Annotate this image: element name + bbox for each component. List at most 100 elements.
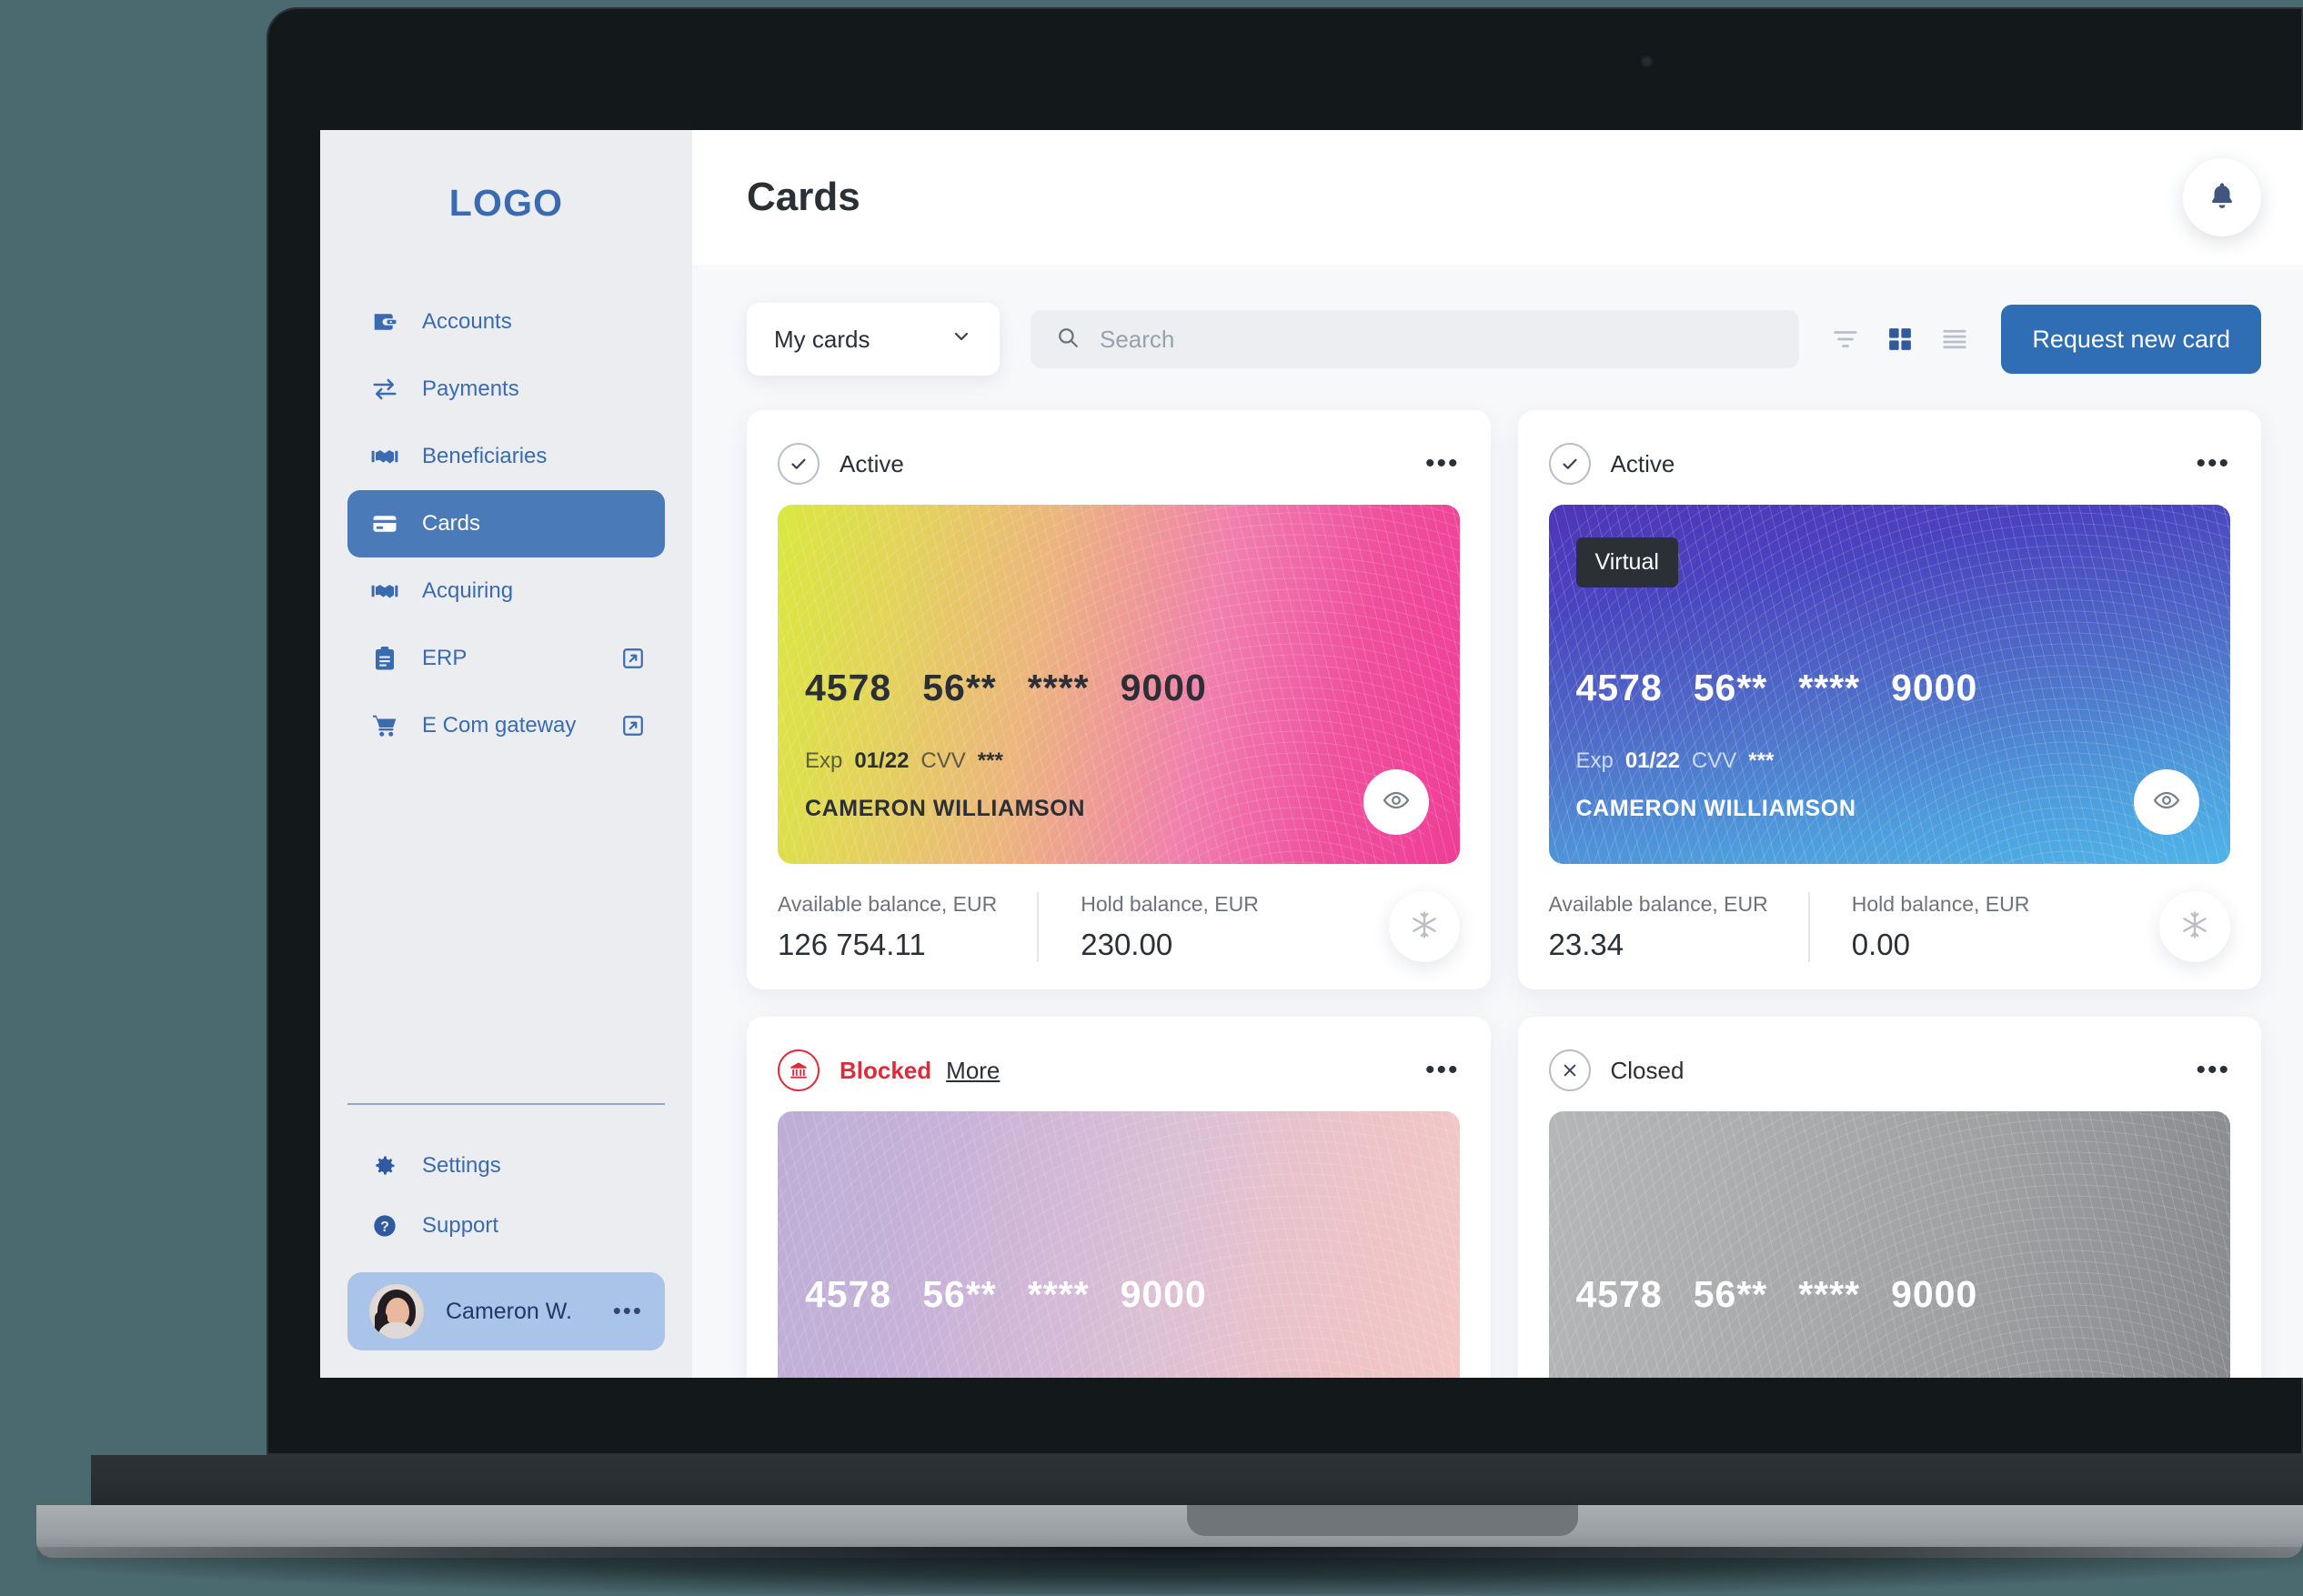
freeze-card-button[interactable]: [1388, 891, 1460, 962]
card-header: Blocked More •••: [778, 1046, 1460, 1095]
card-holder-name: CAMERON WILLIAMSON: [1575, 796, 1856, 821]
card-panel[interactable]: Active ••• 4578 56** **** 9000 Exp 01/22…: [747, 410, 1491, 989]
sidebar-item-erp[interactable]: ERP: [347, 625, 665, 692]
sidebar-item-ecom-gateway[interactable]: E Com gateway: [347, 692, 665, 759]
sidebar-item-settings[interactable]: Settings: [347, 1136, 665, 1196]
card-type-badge: Virtual: [1575, 537, 1678, 587]
hold-balance-value: 230.00: [1081, 928, 1173, 961]
laptop-shadow: [36, 1547, 2303, 1594]
transfer-arrows-icon: [371, 376, 398, 403]
filter-icon[interactable]: [1832, 326, 1859, 353]
grid-view-icon[interactable]: [1886, 326, 1914, 353]
svg-text:?: ?: [380, 1220, 389, 1235]
card-filter-select[interactable]: My cards: [747, 303, 1000, 376]
hold-balance: Hold balance, EUR 0.00: [1807, 892, 2070, 962]
card-balances: Available balance, EUR 23.34 Hold balanc…: [1549, 891, 2230, 962]
card-menu-icon[interactable]: •••: [1425, 1057, 1460, 1084]
card-menu-icon[interactable]: •••: [1425, 450, 1460, 477]
sidebar-item-accounts[interactable]: Accounts: [347, 288, 665, 356]
reveal-card-details-button[interactable]: [2134, 769, 2199, 835]
hold-balance-value: 0.00: [1851, 928, 1910, 961]
page-title: Cards: [747, 175, 860, 219]
primary-navigation: Accounts Payments Beneficiaries Cards Ac…: [320, 288, 692, 759]
card-panel[interactable]: Active ••• Virtual 4578 56** **** 9000 E…: [1517, 410, 2261, 989]
card-number: 4578 56** **** 9000: [1576, 667, 1978, 709]
laptop-mockup: LOGO Accounts Payments Beneficiaries Car…: [0, 0, 2303, 1596]
user-profile-card[interactable]: Cameron W. •••: [347, 1272, 665, 1350]
card-number-group: ****: [1798, 1273, 1861, 1315]
snowflake-icon: [1410, 910, 1439, 944]
external-link-icon[interactable]: [621, 714, 645, 738]
card-number-group: 9000: [1120, 667, 1207, 708]
card-number-group: 4578: [1575, 667, 1663, 708]
card-number-group: ****: [1798, 667, 1861, 708]
sidebar-item-label: Payments: [422, 376, 519, 401]
chevron-down-icon: [950, 326, 972, 354]
webcam-icon: [1641, 55, 1653, 67]
card-number-group: 9000: [1120, 1273, 1207, 1315]
notifications-button[interactable]: [2183, 158, 2261, 236]
card-exp-cvv: Exp 01/22 CVV ***: [805, 748, 1003, 774]
sidebar-item-beneficiaries[interactable]: Beneficiaries: [347, 423, 665, 490]
view-mode-group: [1832, 326, 1968, 353]
cards-page-content: My cards Search Request new card Active …: [692, 265, 2303, 1378]
question-circle-icon: ?: [371, 1212, 398, 1240]
bank-icon: [778, 1049, 820, 1091]
shopping-cart-icon: [371, 712, 398, 739]
card-number-group: 9000: [1891, 667, 1978, 708]
available-balance-label: Available balance, EUR: [1548, 892, 1768, 916]
request-new-card-button[interactable]: Request new card: [2001, 305, 2261, 374]
status-badge: Closed: [1610, 1056, 1685, 1084]
available-balance: Available balance, EUR 126 754.11: [778, 892, 1037, 962]
hold-balance: Hold balance, EUR 230.00: [1037, 892, 1299, 962]
card-exp-cvv: Exp 01/22 CVV ***: [1576, 748, 1775, 774]
search-field[interactable]: Search: [1031, 310, 1800, 368]
sidebar-item-label: Cards: [422, 511, 481, 536]
exp-label: Exp: [1575, 748, 1614, 773]
avatar: [369, 1284, 424, 1339]
card-filter-value: My cards: [774, 325, 870, 353]
check-circle-icon: [1548, 443, 1591, 485]
eye-icon: [1383, 787, 1410, 818]
cvv-value: ***: [977, 748, 1003, 773]
card-menu-icon[interactable]: •••: [2196, 1057, 2230, 1084]
card-holder-name: CAMERON WILLIAMSON: [805, 796, 1085, 821]
freeze-card-button[interactable]: [2159, 891, 2230, 962]
card-number-group: 56**: [922, 667, 997, 708]
card-panel[interactable]: Blocked More ••• 4578 56** **** 9000: [747, 1017, 1491, 1378]
card-menu-icon[interactable]: •••: [2196, 450, 2230, 477]
cvv-label: CVV: [920, 748, 966, 773]
card-balances: Available balance, EUR 126 754.11 Hold b…: [778, 891, 1460, 962]
external-link-icon[interactable]: [621, 647, 645, 670]
cards-grid: Active ••• 4578 56** **** 9000 Exp 01/22…: [747, 410, 2261, 1378]
card-number: 4578 56** **** 9000: [805, 667, 1207, 709]
screen: LOGO Accounts Payments Beneficiaries Car…: [320, 130, 2303, 1378]
list-view-icon[interactable]: [1941, 326, 1968, 353]
user-name: Cameron W.: [446, 1298, 572, 1324]
credit-card-icon: [371, 510, 398, 537]
hold-balance-label: Hold balance, EUR: [1081, 892, 1259, 916]
card-number-group: 56**: [1693, 1273, 1768, 1315]
eye-icon: [2153, 787, 2180, 818]
exp-label: Exp: [805, 748, 843, 773]
handshake-icon: [371, 577, 398, 605]
hold-balance-label: Hold balance, EUR: [1851, 892, 2030, 916]
card-panel[interactable]: Closed ••• 4578 56** **** 9000: [1517, 1017, 2261, 1378]
app-logo[interactable]: LOGO: [320, 182, 692, 225]
user-menu-icon[interactable]: •••: [613, 1300, 643, 1322]
reveal-card-details-button[interactable]: [1363, 769, 1429, 835]
credit-card-visual: Virtual 4578 56** **** 9000 Exp 01/22 CV…: [1548, 505, 2230, 864]
available-balance: Available balance, EUR 23.34: [1549, 892, 1808, 962]
sidebar-item-payments[interactable]: Payments: [347, 356, 665, 423]
sidebar-item-acquiring[interactable]: Acquiring: [347, 557, 665, 625]
credit-card-visual: 4578 56** **** 9000: [1548, 1111, 2230, 1378]
snowflake-icon: [2180, 910, 2209, 944]
card-number-group: 56**: [922, 1273, 997, 1315]
sidebar-item-cards[interactable]: Cards: [347, 490, 665, 557]
search-icon: [1056, 326, 1080, 354]
clipboard-icon: [371, 645, 398, 672]
more-link[interactable]: More: [946, 1057, 1000, 1085]
cvv-label: CVV: [1691, 748, 1737, 773]
card-number-group: 4578: [805, 1273, 892, 1315]
sidebar-item-support[interactable]: ? Support: [347, 1196, 665, 1256]
